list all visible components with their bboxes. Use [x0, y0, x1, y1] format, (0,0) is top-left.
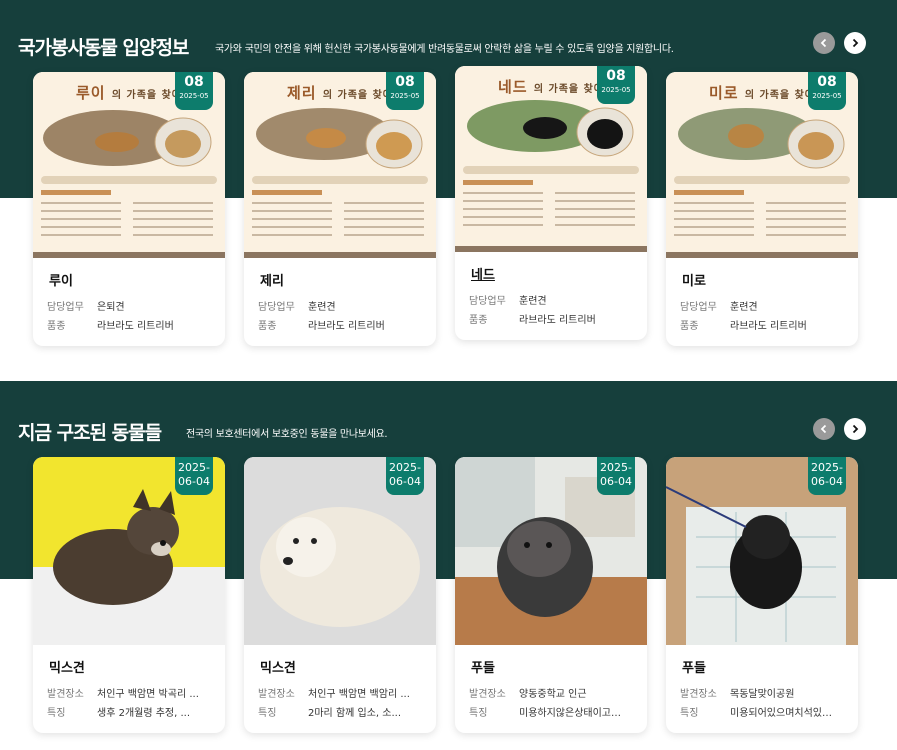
animal-photo: 2025- 06-04	[33, 457, 225, 645]
duty-label: 담당업무	[47, 302, 84, 313]
adoption-poster-image: 미로 의 가족을 찾아 08 2025-05	[666, 72, 858, 258]
duty-value: 훈련견	[730, 302, 758, 313]
duty-value: 훈련견	[519, 296, 547, 307]
adoption-card[interactable]: 미로 의 가족을 찾아 08 2025-05 미로 담당업무 훈련견 품종 라브라도 …	[666, 72, 858, 346]
date-badge: 08 2025-05	[808, 72, 846, 110]
feature-value: 미용되어있으며치석있고한	[730, 708, 840, 719]
adoption-poster-image: 네드 의 가족을 찾아 08 2025-05	[455, 66, 647, 252]
feature-label: 특징	[680, 708, 699, 719]
feature-value: 생후 2개월령 추정, ...	[97, 708, 191, 719]
poster-pet-name: 네드	[497, 78, 528, 96]
place-label: 발견장소	[469, 689, 506, 700]
place-label: 발견장소	[47, 689, 84, 700]
rescued-section-subtitle: 전국의 보호센터에서 보호중인 동물을 만나보세요.	[186, 429, 388, 440]
breed-value: 라브라도 리트리버	[519, 315, 596, 326]
duty-label: 담당업무	[469, 296, 506, 307]
poster-suffix: 의 가족을 찾아	[744, 90, 815, 101]
badge-day: 08	[817, 74, 837, 90]
breed-label: 품종	[47, 321, 66, 332]
date-badge: 2025- 06-04	[808, 457, 846, 495]
breed-label: 품종	[258, 321, 277, 332]
rescued-card[interactable]: 2025- 06-04 푸들 발견장소 양동중학교 인근 특징 미용하지않은상태이고…	[455, 457, 647, 733]
rescued-section-title: 지금 구조된 동물들	[18, 422, 162, 444]
duty-value: 은퇴견	[97, 302, 125, 313]
adoption-next-button[interactable]	[844, 32, 866, 54]
chevron-right-icon	[852, 424, 859, 434]
date-badge: 2025- 06-04	[175, 457, 213, 495]
rescued-card[interactable]: 2025- 06-04 믹스견 발견장소 처인구 백암면 박곡리 ... 특징 생후…	[33, 457, 225, 733]
place-label: 발견장소	[680, 689, 717, 700]
badge-day: 08	[184, 74, 204, 90]
badge-year-month: 2025-05	[179, 92, 209, 100]
date-badge: 2025- 06-04	[386, 457, 424, 495]
animal-kind: 믹스견	[260, 661, 296, 676]
date-badge: 08 2025-05	[597, 66, 635, 104]
badge-day: 08	[606, 68, 626, 84]
chevron-right-icon	[852, 38, 859, 48]
place-value: 처인구 백암면 박곡리 ...	[97, 689, 199, 700]
breed-value: 라브라도 리트리버	[308, 321, 385, 332]
place-value: 양동중학교 인근	[519, 689, 587, 700]
poster-pet-name: 루이	[75, 84, 106, 102]
adoption-poster-image: 루이 의 가족을 찾아 08 2025-05	[33, 72, 225, 258]
adoption-card[interactable]: 루이 의 가족을 찾아 08 2025-05 루이 담당업무 은퇴견 품종 라브라도 …	[33, 72, 225, 346]
poster-pet-name: 미로	[708, 84, 739, 102]
poster-suffix: 의 가족을 찾아	[111, 90, 182, 101]
rescued-card[interactable]: 2025- 06-04 믹스견 발견장소 처인구 백암면 백암리 ... 특징 2마…	[244, 457, 436, 733]
badge-year-month: 2025-05	[390, 92, 420, 100]
date-badge: 08 2025-05	[386, 72, 424, 110]
adoption-card[interactable]: 제리 의 가족을 찾아 08 2025-05 제리 담당업무 훈련견 품종 라브라도 …	[244, 72, 436, 346]
breed-value: 라브라도 리트리버	[97, 321, 174, 332]
adoption-card[interactable]: 네드 의 가족을 찾아 08 2025-05 네드 담당업무 훈련견 품종 라브라도 …	[455, 66, 647, 340]
animal-photo: 2025- 06-04	[666, 457, 858, 645]
duty-label: 담당업무	[258, 302, 295, 313]
animal-kind: 푸들	[682, 661, 706, 676]
animal-kind: 푸들	[471, 661, 495, 676]
date-badge: 08 2025-05	[175, 72, 213, 110]
animal-photo: 2025- 06-04	[455, 457, 647, 645]
poster-pet-name: 제리	[286, 84, 317, 102]
place-value: 처인구 백암면 백암리 ...	[308, 689, 410, 700]
feature-value: 2마리 함께 입소, 소...	[308, 708, 402, 719]
pet-name: 제리	[260, 274, 284, 289]
chevron-left-icon	[820, 424, 827, 434]
feature-label: 특징	[469, 708, 488, 719]
breed-value: 라브라도 리트리버	[730, 321, 807, 332]
breed-label: 품종	[469, 315, 488, 326]
adoption-prev-button[interactable]	[813, 32, 835, 54]
date-badge: 2025- 06-04	[597, 457, 635, 495]
breed-label: 품종	[680, 321, 699, 332]
pet-name: 네드	[471, 268, 495, 283]
pet-name: 루이	[49, 274, 73, 289]
duty-value: 훈련견	[308, 302, 336, 313]
place-value: 목동달맞이공원	[730, 689, 795, 700]
duty-label: 담당업무	[680, 302, 717, 313]
rescued-next-button[interactable]	[844, 418, 866, 440]
feature-label: 특징	[258, 708, 277, 719]
animal-photo: 2025- 06-04	[244, 457, 436, 645]
feature-label: 특징	[47, 708, 66, 719]
rescued-prev-button[interactable]	[813, 418, 835, 440]
pet-name: 미로	[682, 274, 706, 289]
feature-value: 미용하지않은상태이고온순	[519, 708, 629, 719]
badge-year-month: 2025-05	[601, 86, 631, 94]
poster-suffix: 의 가족을 찾아	[322, 90, 393, 101]
poster-suffix: 의 가족을 찾아	[533, 84, 604, 95]
place-label: 발견장소	[258, 689, 295, 700]
rescued-card[interactable]: 2025- 06-04 푸들 발견장소 목동달맞이공원 특징 미용되어있으며치석있고…	[666, 457, 858, 733]
adoption-section-subtitle: 국가와 국민의 안전을 위해 헌신한 국가봉사동물에게 반려동물로써 안락한 삶…	[215, 44, 674, 55]
animal-kind: 믹스견	[49, 661, 85, 676]
adoption-section-title: 국가봉사동물 입양정보	[18, 37, 189, 59]
adoption-poster-image: 제리 의 가족을 찾아 08 2025-05	[244, 72, 436, 258]
badge-year-month: 2025-05	[812, 92, 842, 100]
badge-day: 08	[395, 74, 415, 90]
chevron-left-icon	[820, 38, 827, 48]
